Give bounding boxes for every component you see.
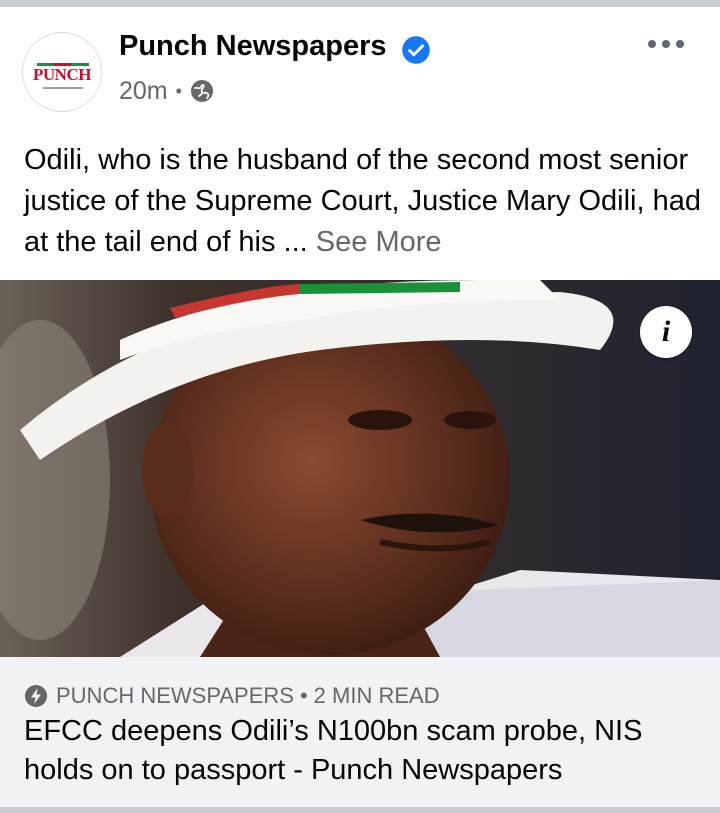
dot (676, 40, 684, 48)
read-time: 2 MIN READ (313, 683, 440, 708)
globe-icon (190, 80, 213, 102)
link-source: PUNCH NEWSPAPERS (56, 683, 294, 708)
info-icon[interactable]: i (640, 306, 692, 358)
source-separator: • (299, 683, 308, 708)
see-more-link[interactable]: See More (316, 226, 442, 258)
logo-tagline (43, 87, 83, 89)
link-source-row: PUNCH NEWSPAPERS • 2 MIN READ (24, 682, 440, 710)
meta-separator: • (175, 80, 182, 101)
post-photo[interactable] (0, 280, 720, 657)
link-title[interactable]: EFCC deepens Odili’s N100bn scam probe, … (24, 712, 704, 790)
page-avatar[interactable]: PUNCH (22, 32, 102, 112)
lightning-bolt-icon (25, 685, 47, 707)
feed-separator-top (0, 0, 720, 7)
post-body: Odili, who is the husband of the second … (24, 140, 704, 263)
page-name[interactable]: Punch Newspapers (119, 30, 387, 63)
more-options-icon[interactable] (648, 36, 684, 52)
photo-illustration (0, 280, 720, 657)
dot (648, 40, 656, 48)
feed-separator-bottom (0, 807, 720, 813)
post-timestamp[interactable]: 20m (119, 77, 168, 106)
dot (662, 40, 670, 48)
post-meta: 20m • (119, 76, 214, 106)
avatar-logo-text: PUNCH (33, 65, 91, 84)
verified-badge-icon (402, 36, 430, 64)
